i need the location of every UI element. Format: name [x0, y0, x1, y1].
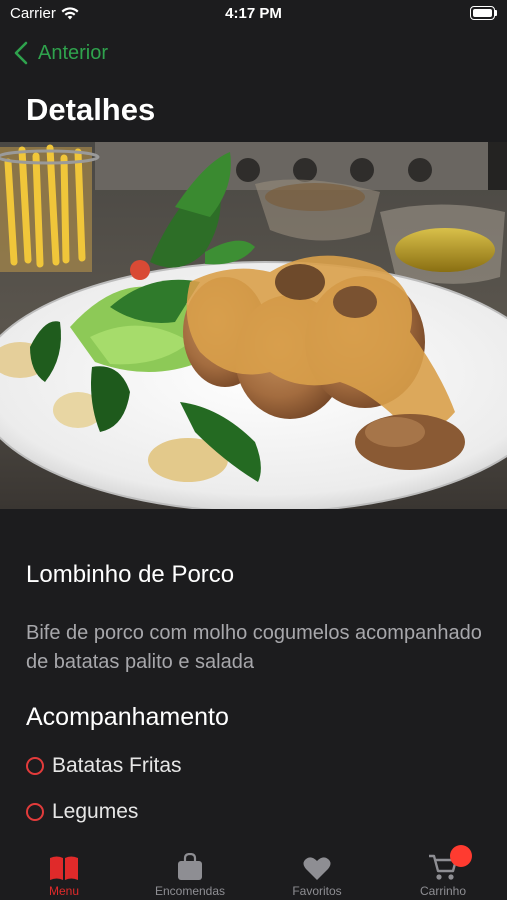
book-icon [48, 851, 80, 881]
option-legumes[interactable]: Legumes [26, 800, 138, 824]
cart-badge [450, 845, 472, 867]
battery-icon [470, 6, 497, 20]
food-photo [0, 142, 507, 509]
page-title: Detalhes [26, 92, 156, 127]
heart-icon [303, 851, 331, 881]
option-label: Legumes [52, 800, 139, 823]
accompaniment-title: Acompanhamento [26, 703, 229, 731]
tab-encomendas-label: Encomendas [154, 884, 226, 898]
dish-description: Bife de porco com molho cogumelos acompa… [26, 622, 482, 673]
bag-icon [177, 851, 203, 881]
tab-carrinho[interactable]: Carrinho [380, 843, 506, 900]
radio-unselected-icon[interactable] [26, 757, 44, 775]
option-batatas-fritas[interactable]: Batatas Fritas [26, 754, 182, 778]
dish-image [0, 142, 507, 509]
tab-favoritos-label: Favoritos [292, 884, 342, 898]
back-label: Anterior [38, 41, 109, 64]
tab-carrinho-label: Carrinho [419, 884, 467, 898]
tab-menu[interactable]: Menu [1, 843, 127, 900]
tab-favoritos[interactable]: Favoritos [254, 843, 380, 900]
tab-bar: Menu Encomendas Favoritos Carrinho [0, 843, 507, 900]
dish-name: Lombinho de Porco [26, 561, 235, 588]
details-screen: Carrier 4:17 PM Anterior Detalhes Lombin… [0, 0, 507, 900]
option-label: Batatas Fritas [52, 754, 182, 777]
back-button[interactable]: Anterior [14, 38, 108, 68]
tab-menu-label: Menu [48, 884, 80, 898]
chevron-left-icon [14, 41, 28, 65]
tab-encomendas[interactable]: Encomendas [127, 843, 253, 900]
radio-unselected-icon[interactable] [26, 803, 44, 821]
status-time: 4:17 PM [225, 5, 282, 22]
cart-icon [428, 845, 472, 881]
status-bar: Carrier 4:17 PM [0, 0, 507, 30]
